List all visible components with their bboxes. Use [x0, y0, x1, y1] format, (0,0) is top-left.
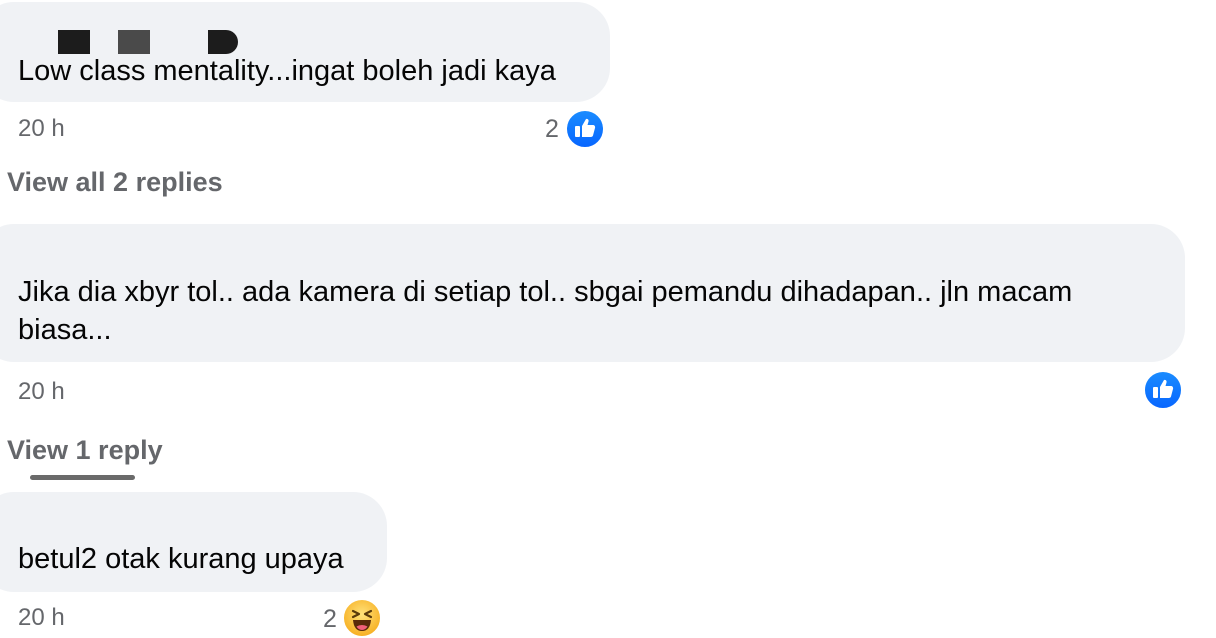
reply-divider [30, 475, 135, 480]
like-icon[interactable] [565, 109, 605, 149]
comment-time-1[interactable]: 20 h [18, 115, 65, 143]
haha-icon[interactable] [342, 598, 382, 638]
reaction-count-1[interactable]: 2 [545, 115, 559, 144]
comment-time-2[interactable]: 20 h [18, 378, 65, 406]
redacted-author-name-1 [58, 30, 90, 54]
comment-text-2-line-1: Jika dia xbyr tol.. ada kamera di setiap… [18, 276, 1073, 308]
view-one-reply-link[interactable]: View 1 reply [7, 435, 163, 466]
like-icon[interactable] [1143, 370, 1183, 410]
redacted-author-name-1c [208, 30, 238, 54]
redacted-author-name-1b [118, 30, 150, 54]
comment-text-2-line-2: biasa... [18, 314, 112, 346]
comment-text-1: Low class mentality...ingat boleh jadi k… [18, 55, 556, 87]
comment-text-3: betul2 otak kurang upaya [18, 543, 344, 575]
view-all-replies-link[interactable]: View all 2 replies [7, 167, 223, 198]
reaction-count-3[interactable]: 2 [323, 605, 337, 634]
comment-time-3[interactable]: 20 h [18, 604, 65, 632]
